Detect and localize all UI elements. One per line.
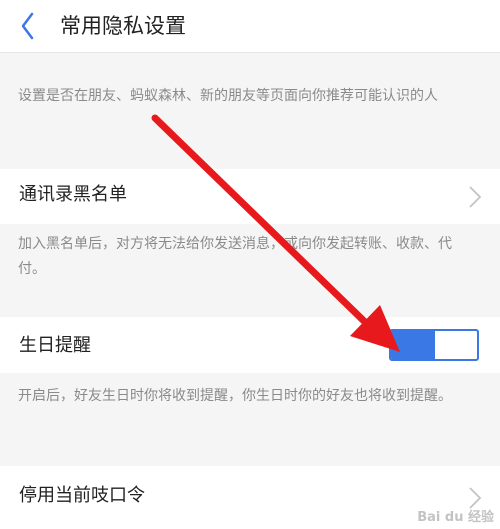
header-bar: 常用隐私设置 [0, 0, 500, 53]
blacklist-label: 通讯录黑名单 [19, 184, 127, 205]
recommend-description: 设置是否在朋友、蚂蚁森林、新的朋友等页面向你推荐可能认识的人 [0, 84, 500, 109]
blacklist-description: 加入黑名单后，对方将无法给你发送消息，或向你发起转账、收款、代付。 [0, 232, 500, 282]
page-title: 常用隐私设置 [60, 14, 186, 38]
password-command-label: 停用当前吱口令 [19, 485, 145, 506]
birthday-reminder-row: 生日提醒 [0, 317, 500, 373]
birthday-reminder-toggle[interactable] [389, 329, 479, 361]
watermark: Bai du 经验 [417, 510, 494, 525]
toggle-on-fill [391, 331, 435, 359]
chevron-left-icon [21, 12, 34, 40]
chevron-right-icon [469, 186, 482, 208]
birthday-description: 开启后，好友生日时你将收到提醒，你生日时你的好友也将收到提醒。 [0, 384, 500, 409]
birthday-reminder-label: 生日提醒 [19, 335, 91, 356]
back-button[interactable] [10, 6, 50, 46]
blacklist-row[interactable]: 通讯录黑名单 [0, 169, 500, 224]
